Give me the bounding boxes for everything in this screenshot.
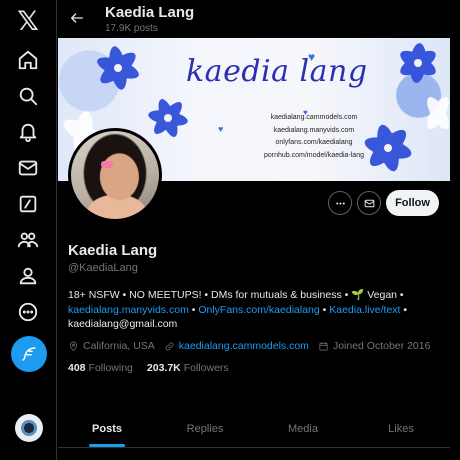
heart-icon: ♥ <box>218 124 224 134</box>
active-tab-indicator <box>89 444 125 447</box>
join-date-text: Joined October 2016 <box>332 340 431 352</box>
location-pin-icon <box>69 341 78 351</box>
account-avatar[interactable] <box>15 414 43 442</box>
banner-title: kaedia lang <box>186 54 368 89</box>
profile-name: Kaedia Lang <box>68 242 158 259</box>
communities-icon <box>17 232 39 248</box>
profile-handle: @KaediaLang <box>68 262 138 274</box>
nav-profile[interactable] <box>8 256 48 296</box>
follow-button[interactable]: Follow <box>386 190 439 216</box>
bio-separator: • <box>188 303 199 316</box>
compose-post-button[interactable] <box>11 336 47 372</box>
bio-link-manyvids[interactable]: kaedialang.manyvids.com <box>68 304 189 316</box>
grok-icon <box>19 195 37 213</box>
join-date: Joined October 2016 <box>318 340 430 352</box>
header-post-count: 17.9K posts <box>105 23 158 34</box>
profile-bio: 18+ NSFW • NO MEETUPS! • DMs for mutuals… <box>68 288 438 332</box>
nav-communities[interactable] <box>8 220 48 260</box>
hair-bow <box>101 161 113 168</box>
bio-link-live[interactable]: Kaedia.live/text <box>329 304 400 316</box>
profile-column: Kaedia Lang 17.9K posts ♥ ♥ ♥ kaedia lan… <box>58 0 450 460</box>
nav-more[interactable] <box>8 292 48 332</box>
back-button[interactable] <box>66 7 88 29</box>
profile-header-bar: Kaedia Lang 17.9K posts <box>58 0 450 38</box>
nav-home[interactable] <box>8 40 48 80</box>
calendar-icon <box>319 341 328 351</box>
bio-separator: • <box>400 303 408 316</box>
header-name: Kaedia Lang <box>105 4 195 21</box>
arrow-left-icon <box>71 13 83 23</box>
profile-tabs: Posts Replies Media Likes <box>58 410 450 448</box>
following-label: Following <box>88 362 133 374</box>
bio-line: 18+ NSFW • NO MEETUPS! • DMs for mutuals… <box>68 289 404 301</box>
banner-links: kaedialang.cammodels.com kaedialang.many… <box>254 112 374 162</box>
tab-posts[interactable]: Posts <box>58 410 156 447</box>
nav-messages[interactable] <box>8 148 48 188</box>
bio-email: kaedialang@gmail.com <box>68 318 178 330</box>
x-logo[interactable]: 𝕏 <box>8 1 48 41</box>
search-icon <box>19 87 38 106</box>
banner-link: pornhub.com/model/kaedia-lang <box>263 151 364 159</box>
follow-counts: 408 Following 203.7K Followers <box>68 362 243 374</box>
message-button[interactable] <box>357 191 381 215</box>
following-link[interactable]: 408 Following <box>68 362 133 374</box>
sidebar-nav: 𝕏 <box>0 0 57 460</box>
nav-grok[interactable] <box>8 184 48 224</box>
tab-label: Likes <box>388 422 414 435</box>
x-logo-icon: 𝕏 <box>17 5 39 37</box>
banner-link: kaedialang.manyvids.com <box>273 126 355 134</box>
more-options-button[interactable] <box>328 191 352 215</box>
tab-replies[interactable]: Replies <box>156 410 254 447</box>
tab-likes[interactable]: Likes <box>352 410 450 447</box>
home-icon <box>18 50 38 70</box>
tab-label: Media <box>288 422 318 435</box>
followers-count: 203.7K <box>146 362 181 374</box>
banner-link: onlyfans.com/kaedialang <box>275 139 353 146</box>
website: kaedialang.cammodels.com <box>164 340 309 352</box>
notifications-icon <box>19 123 37 143</box>
profile-meta: California, USA kaedialang.cammodels.com… <box>68 339 439 353</box>
more-icon <box>18 302 38 322</box>
location-text: California, USA <box>83 340 155 352</box>
bio-link-onlyfans[interactable]: OnlyFans.com/kaedialang <box>198 304 319 316</box>
bio-separator: • <box>319 303 330 316</box>
link-icon <box>165 342 174 350</box>
envelope-icon <box>364 199 374 207</box>
tab-label: Posts <box>92 422 122 435</box>
profile-icon <box>19 267 37 285</box>
messages-icon <box>18 160 38 176</box>
following-count: 408 <box>68 362 86 374</box>
followers-label: Followers <box>183 362 229 374</box>
ellipsis-icon <box>335 201 345 205</box>
banner-link: kaedialang.cammodels.com <box>270 114 358 121</box>
tab-media[interactable]: Media <box>254 410 352 447</box>
followers-link[interactable]: 203.7K Followers <box>147 362 229 374</box>
tab-label: Replies <box>186 422 224 435</box>
nav-notifications[interactable] <box>8 112 48 152</box>
feather-icon <box>22 347 36 361</box>
profile-avatar[interactable] <box>68 128 162 222</box>
location: California, USA <box>68 340 155 352</box>
nav-explore[interactable] <box>8 76 48 116</box>
bio-line: kaedialang.manyvids.com • OnlyFans.com/k… <box>68 303 438 318</box>
website-link[interactable]: kaedialang.cammodels.com <box>179 340 309 352</box>
